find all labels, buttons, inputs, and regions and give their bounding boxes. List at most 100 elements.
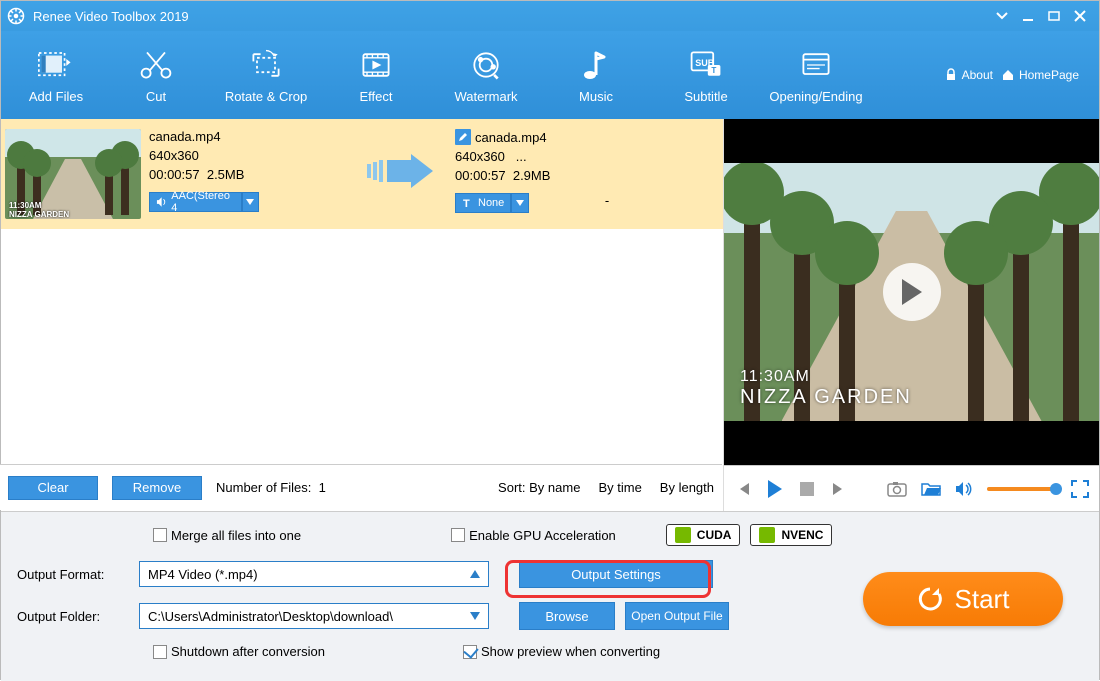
open-output-folder-button[interactable]: Open Output File bbox=[625, 602, 729, 630]
output-settings-button[interactable]: Output Settings bbox=[519, 560, 713, 588]
output-file-info: canada.mp4 640x360 ... 00:00:57 2.9MB TN… bbox=[455, 129, 637, 213]
tool-rotate-crop[interactable]: Rotate & Crop bbox=[211, 35, 321, 115]
preview-video: 11:30AM NIZZA GARDEN bbox=[724, 119, 1099, 465]
output-format-label: Output Format: bbox=[17, 567, 129, 582]
sort-by-time[interactable]: By time bbox=[598, 480, 641, 495]
input-resolution: 640x360 bbox=[149, 148, 349, 163]
tool-label: Music bbox=[579, 89, 613, 104]
tool-label: Effect bbox=[359, 89, 392, 104]
effect-icon bbox=[358, 47, 394, 83]
preview-play-button[interactable] bbox=[883, 263, 941, 321]
svg-text:T: T bbox=[711, 66, 716, 75]
bottom-panel: Merge all files into one Enable GPU Acce… bbox=[1, 511, 1099, 681]
stop-button[interactable] bbox=[798, 479, 816, 499]
file-count-label: Number of Files: 1 bbox=[216, 480, 326, 495]
output-res-more[interactable]: ... bbox=[516, 149, 527, 164]
music-icon bbox=[578, 47, 614, 83]
svg-text:T: T bbox=[463, 198, 470, 209]
home-icon bbox=[1001, 68, 1015, 82]
show-preview-checkbox[interactable]: Show preview when converting bbox=[463, 644, 660, 659]
tool-label: Watermark bbox=[454, 89, 517, 104]
rotate-crop-icon bbox=[248, 47, 284, 83]
output-meta: 00:00:57 2.9MB bbox=[455, 168, 637, 183]
tool-label: Cut bbox=[146, 89, 166, 104]
volume-button[interactable] bbox=[955, 479, 973, 499]
gpu-checkbox[interactable]: Enable GPU Acceleration bbox=[451, 528, 616, 543]
conversion-arrow-icon bbox=[357, 146, 447, 196]
titlebar: Renee Video Toolbox 2019 bbox=[1, 1, 1099, 31]
cuda-badge: CUDA bbox=[666, 524, 741, 546]
text-icon: T bbox=[462, 197, 474, 209]
tool-effect[interactable]: Effect bbox=[321, 35, 431, 115]
subtitle-icon: SUBT bbox=[688, 47, 724, 83]
tool-label: Add Files bbox=[29, 89, 83, 104]
tool-subtitle[interactable]: SUBT Subtitle bbox=[651, 35, 761, 115]
minimize-button[interactable] bbox=[1015, 6, 1041, 26]
file-thumbnail: 11:30AMNIZZA GARDEN bbox=[5, 129, 141, 219]
open-folder-button[interactable] bbox=[921, 479, 941, 499]
fullscreen-button[interactable] bbox=[1071, 479, 1089, 499]
play-button[interactable] bbox=[766, 479, 784, 499]
app-title: Renee Video Toolbox 2019 bbox=[33, 9, 189, 24]
preview-overlay-text: 11:30AM NIZZA GARDEN bbox=[740, 368, 912, 409]
prev-button[interactable] bbox=[734, 479, 752, 499]
preview-controls bbox=[724, 465, 1099, 511]
maximize-button[interactable] bbox=[1041, 6, 1067, 26]
nvidia-icon bbox=[675, 527, 691, 543]
main-toolbar: Add Files Cut Rotate & Crop Effect Water… bbox=[1, 31, 1099, 119]
input-filename: canada.mp4 bbox=[149, 129, 349, 144]
preview-panel: 11:30AM NIZZA GARDEN bbox=[723, 119, 1099, 511]
output-folder-label: Output Folder: bbox=[17, 609, 129, 624]
input-meta: 00:00:57 2.5MB bbox=[149, 167, 349, 182]
merge-checkbox[interactable]: Merge all files into one bbox=[153, 528, 301, 543]
edit-name-icon[interactable] bbox=[455, 129, 471, 145]
speaker-icon bbox=[156, 196, 167, 208]
snapshot-button[interactable] bbox=[887, 479, 907, 499]
tool-add-files[interactable]: Add Files bbox=[11, 35, 101, 115]
shutdown-checkbox[interactable]: Shutdown after conversion bbox=[153, 644, 325, 659]
next-button[interactable] bbox=[830, 479, 848, 499]
clear-button[interactable]: Clear bbox=[8, 476, 98, 500]
lock-icon bbox=[944, 68, 958, 82]
watermark-icon bbox=[468, 47, 504, 83]
output-format-combo[interactable]: MP4 Video (*.mp4) bbox=[139, 561, 489, 587]
sort-by-length[interactable]: By length bbox=[660, 480, 714, 495]
nvenc-badge: NVENC bbox=[750, 524, 832, 546]
list-action-bar: Clear Remove Number of Files: 1 Sort: By… bbox=[0, 464, 722, 510]
add-files-icon bbox=[38, 47, 74, 83]
tool-cut[interactable]: Cut bbox=[101, 35, 211, 115]
chevron-up-icon bbox=[470, 570, 480, 578]
tool-opening-ending[interactable]: Opening/Ending bbox=[761, 35, 871, 115]
subtitle-dash: - bbox=[577, 193, 637, 208]
about-label: About bbox=[962, 68, 993, 82]
sort-label: Sort: By name bbox=[498, 480, 580, 495]
subtitle-dropdown[interactable]: TNone bbox=[455, 193, 565, 213]
opening-ending-icon bbox=[798, 47, 834, 83]
app-logo-icon bbox=[7, 7, 25, 25]
start-button[interactable]: Start bbox=[863, 572, 1063, 626]
audio-codec-dropdown[interactable]: AAC(Stereo 4 bbox=[149, 192, 259, 212]
remove-button[interactable]: Remove bbox=[112, 476, 202, 500]
tool-watermark[interactable]: Watermark bbox=[431, 35, 541, 115]
file-list: 11:30AMNIZZA GARDEN canada.mp4 640x360 0… bbox=[1, 119, 723, 511]
main-area: 11:30AMNIZZA GARDEN canada.mp4 640x360 0… bbox=[1, 119, 1099, 511]
about-link[interactable]: About bbox=[944, 68, 993, 82]
refresh-icon bbox=[917, 586, 943, 612]
tool-label: Subtitle bbox=[684, 89, 727, 104]
browse-button[interactable]: Browse bbox=[519, 602, 615, 630]
tool-label: Rotate & Crop bbox=[225, 89, 307, 104]
output-folder-combo[interactable]: C:\Users\Administrator\Desktop\download\ bbox=[139, 603, 489, 629]
chevron-down-icon bbox=[470, 612, 480, 620]
volume-slider[interactable] bbox=[987, 487, 1057, 491]
input-file-info: canada.mp4 640x360 00:00:57 2.5MB AAC(St… bbox=[149, 129, 349, 212]
sort-by-name[interactable]: By name bbox=[529, 480, 580, 495]
close-button[interactable] bbox=[1067, 6, 1093, 26]
nvidia-icon bbox=[759, 527, 775, 543]
tool-music[interactable]: Music bbox=[541, 35, 651, 115]
homepage-link[interactable]: HomePage bbox=[1001, 68, 1079, 82]
cut-icon bbox=[138, 47, 174, 83]
file-row[interactable]: 11:30AMNIZZA GARDEN canada.mp4 640x360 0… bbox=[1, 119, 723, 229]
menu-dropdown-button[interactable] bbox=[989, 6, 1015, 26]
output-resolution: 640x360 ... bbox=[455, 149, 637, 164]
tool-label: Opening/Ending bbox=[769, 89, 862, 104]
